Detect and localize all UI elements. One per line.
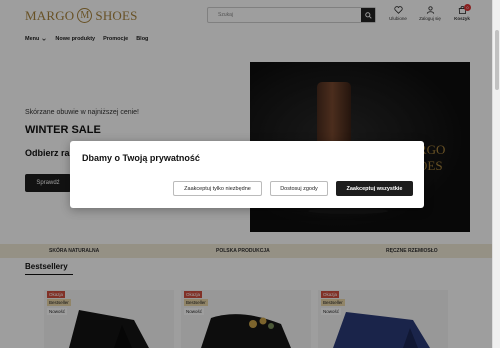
accept-all-button[interactable]: Zaakceptuj wszystkie: [336, 181, 413, 196]
adjust-consents-button[interactable]: Dostosuj zgody: [270, 181, 328, 196]
cookie-dialog-title: Dbamy o Twoją prywatność: [82, 153, 200, 163]
page-scrollbar[interactable]: [492, 0, 500, 348]
cookie-consent-dialog: Dbamy o Twoją prywatność Zaakceptuj tylk…: [70, 141, 424, 208]
scrollbar-thumb[interactable]: [495, 30, 499, 90]
accept-necessary-button[interactable]: Zaakceptuj tylko niezbędne: [173, 181, 262, 196]
